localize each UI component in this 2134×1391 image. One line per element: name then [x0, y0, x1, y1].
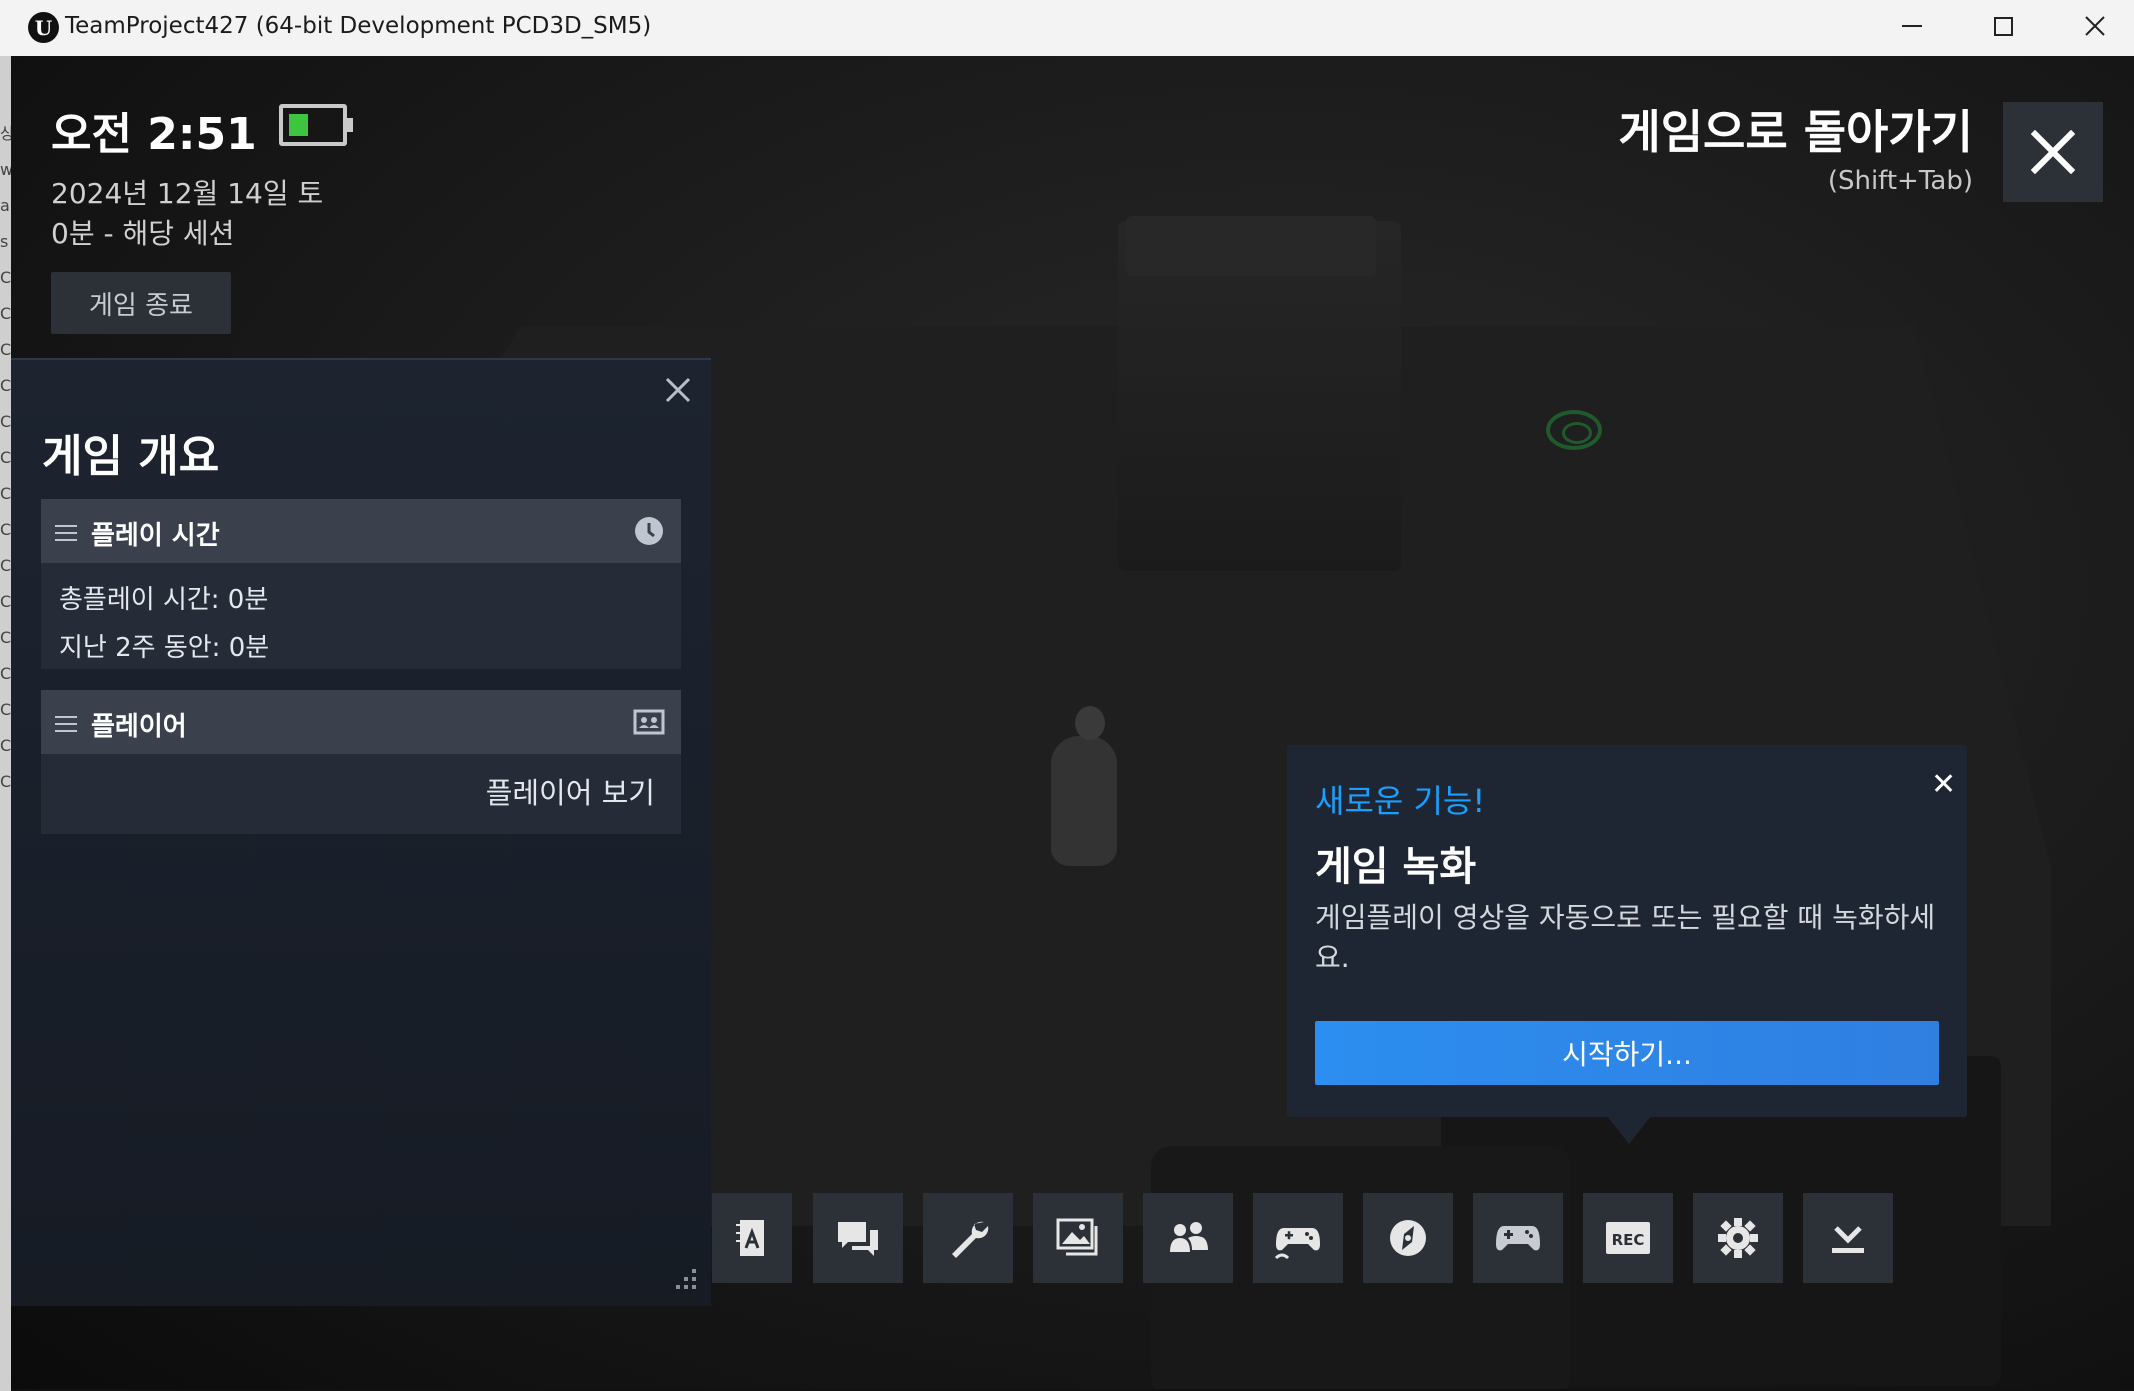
chat-icon [838, 1222, 878, 1256]
rec-label: REC [1612, 1231, 1645, 1249]
battery-level [289, 114, 308, 136]
gamepad-icon [1496, 1226, 1540, 1251]
close-window-button[interactable] [2049, 0, 2134, 52]
popup-body: 게임플레이 영상을 자동으로 또는 필요할 때 녹화하세요. [1315, 901, 1936, 974]
guides-icon [736, 1220, 764, 1256]
character-body [1051, 736, 1117, 866]
settings-button[interactable] [1693, 1193, 1783, 1283]
return-to-game-link[interactable]: 게임으로 돌아가기 [1618, 96, 1973, 162]
character-head [1075, 706, 1105, 740]
close-overlay-button[interactable] [2003, 102, 2103, 202]
unreal-logo-icon: U [28, 12, 59, 43]
app-window: U TeamProject427 (64-bit Development PCD… [0, 0, 2134, 1391]
wrench-button[interactable] [923, 1193, 1013, 1283]
gutter-text: 상 w a s C C C C C C C C C C C C C C C [0, 124, 11, 791]
clock-icon [635, 517, 663, 545]
screenshots-button[interactable] [1033, 1193, 1123, 1283]
screenshot-icon [1056, 1218, 1098, 1256]
session-text: 0분 - 해당 세션 [51, 217, 235, 250]
popup-close-button[interactable]: ✕ [1931, 767, 1956, 802]
panel-title: 게임 개요 [42, 431, 220, 482]
guides-button[interactable] [712, 1193, 792, 1283]
minimize-button[interactable] [1866, 0, 1958, 52]
controller-config-icon [1274, 1228, 1320, 1260]
view-players-link[interactable]: 플레이어 보기 [486, 770, 655, 812]
popup-title: 게임 녹화 [1315, 844, 1477, 890]
editor-gutter: 상 w a s C C C C C C C C C C C C C C C [0, 56, 11, 1391]
total-playtime: 총플레이 시간: 0분 [59, 585, 269, 615]
friends-button[interactable] [1143, 1193, 1233, 1283]
players-section: 플레이어 플레이어 보기 [41, 690, 681, 834]
close-icon [2085, 16, 2105, 36]
battery-icon [279, 104, 353, 146]
download-icon [1832, 1226, 1864, 1253]
target-ring [1546, 410, 1602, 450]
chat-button[interactable] [813, 1193, 903, 1283]
recent-playtime: 지난 2주 동안: 0분 [59, 633, 270, 663]
gamepad-button[interactable] [1473, 1193, 1563, 1283]
window-title: TeamProject427 (64-bit Development PCD3D… [65, 13, 652, 39]
quit-game-button[interactable]: 게임 종료 [51, 272, 231, 334]
friends-icon [1170, 1222, 1208, 1252]
players-card-icon [633, 709, 665, 735]
downloads-button[interactable] [1803, 1193, 1893, 1283]
players-title: 플레이어 [91, 712, 187, 742]
date-text: 2024년 12월 14일 토 [51, 177, 324, 210]
maximize-button[interactable] [1957, 0, 2049, 52]
controller-config-button[interactable] [1253, 1193, 1343, 1283]
scene-cube-top [1126, 216, 1376, 276]
return-shortcut-hint: (Shift+Tab) [1827, 166, 1973, 196]
panel-close-icon[interactable] [663, 375, 693, 405]
browser-button[interactable] [1363, 1193, 1453, 1283]
close-icon [2031, 130, 2075, 174]
wrench-icon [952, 1221, 989, 1258]
rec-icon: REC [1606, 1222, 1650, 1254]
compass-icon [1390, 1220, 1426, 1256]
recording-button[interactable]: REC [1583, 1193, 1673, 1283]
minimize-icon [1902, 25, 1922, 27]
get-started-button[interactable]: 시작하기... [1315, 1021, 1939, 1085]
players-header[interactable]: 플레이어 [41, 690, 681, 754]
drag-handle-icon[interactable] [55, 716, 77, 732]
gear-icon [1718, 1218, 1758, 1258]
resize-grip-icon[interactable] [670, 1265, 700, 1295]
popup-kicker: 새로운 기능! [1315, 782, 1486, 820]
maximize-icon [1993, 16, 2013, 36]
playtime-title: 플레이 시간 [91, 521, 220, 551]
popup-pointer [1607, 1116, 1651, 1144]
playtime-section: 플레이 시간 총플레이 시간: 0분 지난 2주 동안: 0분 [41, 499, 681, 669]
drag-handle-icon[interactable] [55, 525, 77, 541]
playtime-header[interactable]: 플레이 시간 [41, 499, 681, 563]
title-bar: U TeamProject427 (64-bit Development PCD… [0, 0, 2134, 56]
clock: 오전 2:51 [51, 109, 257, 160]
